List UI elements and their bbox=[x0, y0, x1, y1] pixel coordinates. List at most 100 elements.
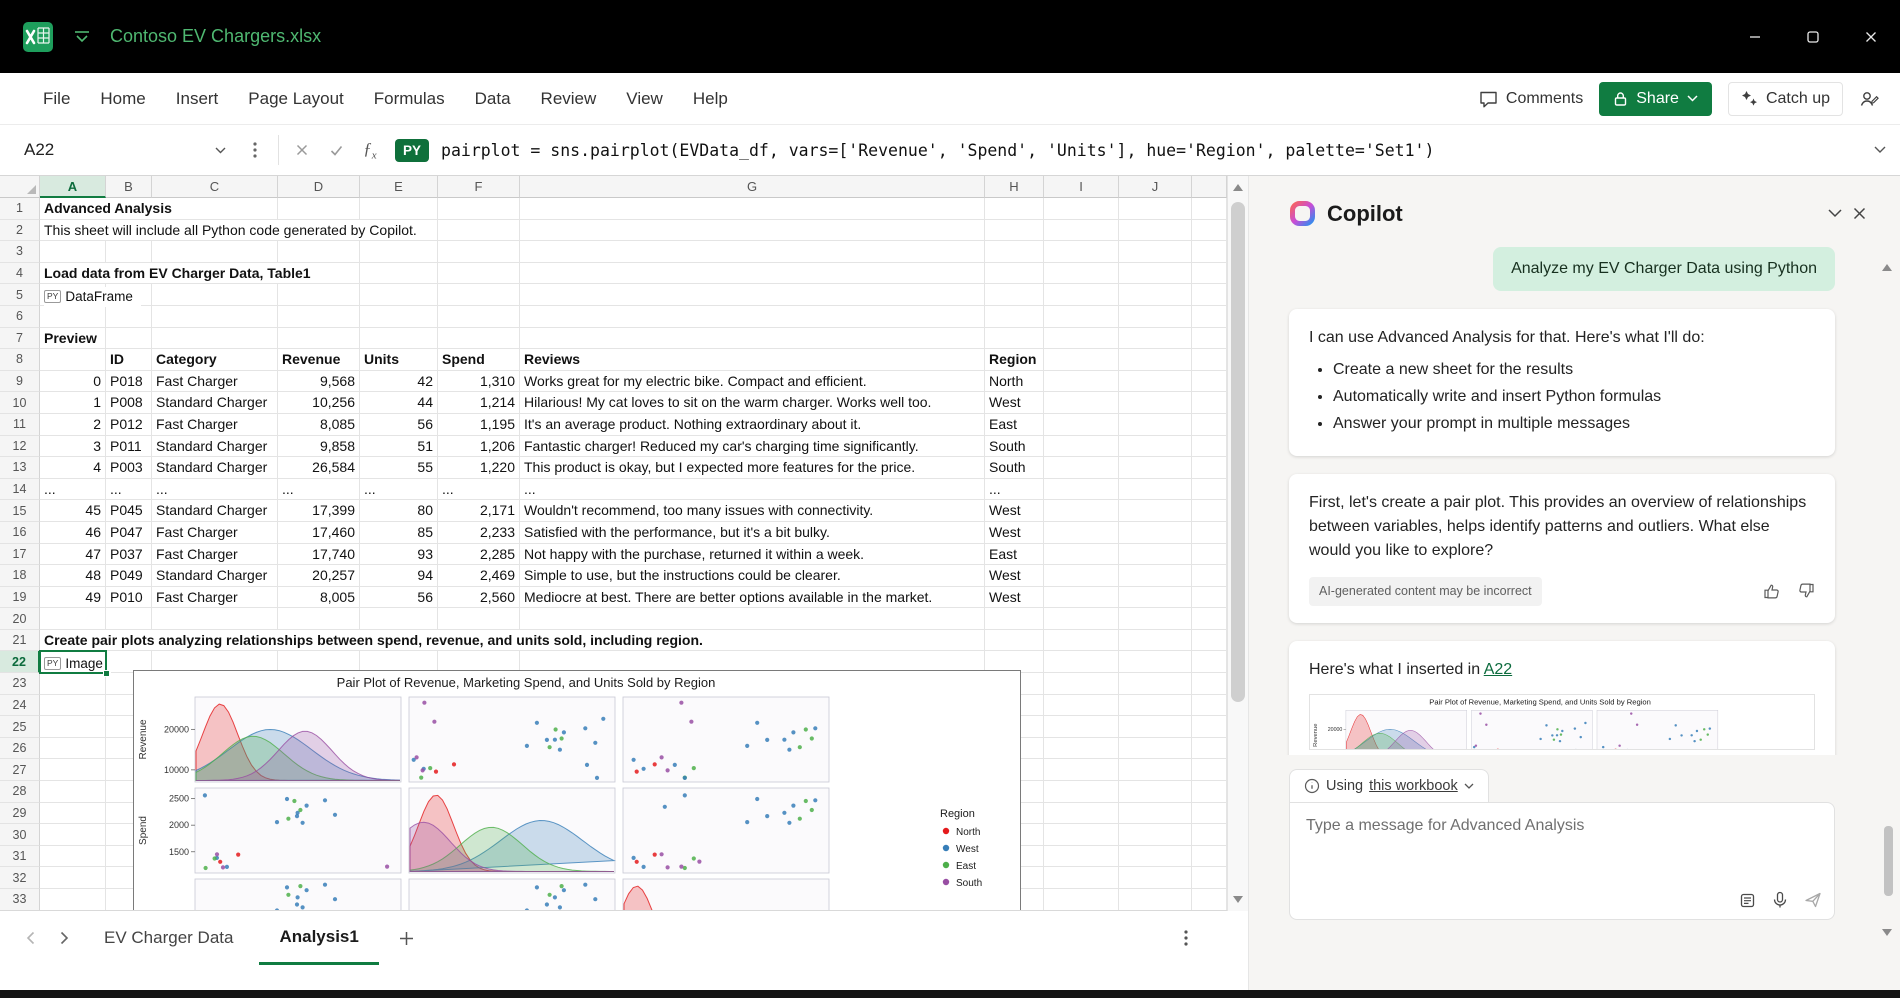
cell-I4[interactable] bbox=[1044, 263, 1119, 285]
cell-J10[interactable] bbox=[1119, 392, 1192, 414]
column-header-G[interactable]: G bbox=[520, 176, 985, 198]
cell-A18[interactable]: 48 bbox=[40, 565, 106, 587]
cell-J7[interactable] bbox=[1119, 328, 1192, 350]
cell-B15[interactable]: P045 bbox=[106, 500, 152, 522]
copilot-collapse-icon[interactable] bbox=[1828, 209, 1842, 218]
menu-tab-formulas[interactable]: Formulas bbox=[359, 89, 460, 109]
cell-K15[interactable] bbox=[1192, 500, 1227, 522]
cell-B14[interactable]: ... bbox=[106, 479, 152, 501]
cell-K5[interactable] bbox=[1192, 284, 1227, 306]
cell-J32[interactable] bbox=[1119, 867, 1192, 889]
row-header-18[interactable]: 18 bbox=[0, 565, 40, 587]
cell-C11[interactable]: Fast Charger bbox=[152, 414, 278, 436]
cell-C12[interactable]: Standard Charger bbox=[152, 436, 278, 458]
menu-tab-insert[interactable]: Insert bbox=[161, 89, 234, 109]
cell-E19[interactable]: 56 bbox=[360, 587, 438, 609]
cell-A15[interactable]: 45 bbox=[40, 500, 106, 522]
catch-up-button[interactable]: Catch up bbox=[1728, 82, 1843, 116]
cell-H6[interactable] bbox=[985, 306, 1044, 328]
cell-H21[interactable] bbox=[985, 630, 1044, 652]
menu-tab-home[interactable]: Home bbox=[85, 89, 160, 109]
cell-H19[interactable]: West bbox=[985, 587, 1044, 609]
cell-A12[interactable]: 3 bbox=[40, 436, 106, 458]
cell-K4[interactable] bbox=[1192, 263, 1227, 285]
cell-G12[interactable]: Fantastic charger! Reduced my car's char… bbox=[520, 436, 985, 458]
cell-I24[interactable] bbox=[1044, 695, 1119, 717]
cell-G10[interactable]: Hilarious! My cat loves to sit on the wa… bbox=[520, 392, 985, 414]
cell-J4[interactable] bbox=[1119, 263, 1192, 285]
cell-H11[interactable]: East bbox=[985, 414, 1044, 436]
thumbs-down-icon[interactable] bbox=[1796, 582, 1815, 600]
row-header-9[interactable]: 9 bbox=[0, 371, 40, 393]
cell-D13[interactable]: 26,584 bbox=[278, 457, 360, 479]
column-header-I[interactable]: I bbox=[1044, 176, 1119, 198]
menu-tab-help[interactable]: Help bbox=[678, 89, 743, 109]
cell-E17[interactable]: 93 bbox=[360, 544, 438, 566]
column-header-E[interactable]: E bbox=[360, 176, 438, 198]
cell-J19[interactable] bbox=[1119, 587, 1192, 609]
sheet-tab-ev-charger-data[interactable]: EV Charger Data bbox=[84, 911, 253, 965]
cell-F14[interactable]: ... bbox=[438, 479, 520, 501]
cell-A2[interactable]: This sheet will include all Python code … bbox=[40, 220, 106, 242]
inserted-chart-preview[interactable]: Pair Plot of Revenue, Marketing Spend, a… bbox=[1309, 694, 1815, 750]
copilot-input-box[interactable] bbox=[1289, 802, 1835, 920]
cell-C16[interactable]: Fast Charger bbox=[152, 522, 278, 544]
row-header-16[interactable]: 16 bbox=[0, 522, 40, 544]
cell-B18[interactable]: P049 bbox=[106, 565, 152, 587]
cell-G14[interactable]: ... bbox=[520, 479, 985, 501]
row-header-19[interactable]: 19 bbox=[0, 587, 40, 609]
cell-J22[interactable] bbox=[1119, 651, 1192, 673]
cell-I1[interactable] bbox=[1044, 198, 1119, 220]
cell-K19[interactable] bbox=[1192, 587, 1227, 609]
copilot-scrollbar-thumb[interactable] bbox=[1884, 826, 1893, 896]
cell-A32[interactable] bbox=[40, 867, 106, 889]
people-presence-icon[interactable] bbox=[1859, 90, 1880, 108]
cell-C3[interactable] bbox=[152, 241, 278, 263]
cell-F2[interactable] bbox=[438, 220, 520, 242]
cell-E14[interactable]: ... bbox=[360, 479, 438, 501]
context-selector[interactable]: Using this workbook bbox=[1289, 769, 1489, 802]
cell-E15[interactable]: 80 bbox=[360, 500, 438, 522]
excel-app-icon[interactable] bbox=[22, 21, 54, 53]
column-header-C[interactable]: C bbox=[152, 176, 278, 198]
cell-K12[interactable] bbox=[1192, 436, 1227, 458]
cell-K30[interactable] bbox=[1192, 824, 1227, 846]
cell-A28[interactable] bbox=[40, 781, 106, 803]
cell-H4[interactable] bbox=[985, 263, 1044, 285]
cell-B6[interactable] bbox=[106, 306, 152, 328]
cell-K6[interactable] bbox=[1192, 306, 1227, 328]
cell-A29[interactable] bbox=[40, 803, 106, 825]
cell-B17[interactable]: P037 bbox=[106, 544, 152, 566]
cell-E6[interactable] bbox=[360, 306, 438, 328]
column-header-D[interactable]: D bbox=[278, 176, 360, 198]
cell-F16[interactable]: 2,233 bbox=[438, 522, 520, 544]
cell-E8[interactable]: Units bbox=[360, 349, 438, 371]
cell-K23[interactable] bbox=[1192, 673, 1227, 695]
cell-G20[interactable] bbox=[520, 608, 985, 630]
cell-K31[interactable] bbox=[1192, 846, 1227, 868]
cell-I2[interactable] bbox=[1044, 220, 1119, 242]
cell-F15[interactable]: 2,171 bbox=[438, 500, 520, 522]
cell-D10[interactable]: 10,256 bbox=[278, 392, 360, 414]
cell-E13[interactable]: 55 bbox=[360, 457, 438, 479]
cell-J2[interactable] bbox=[1119, 220, 1192, 242]
cell-F7[interactable] bbox=[438, 328, 520, 350]
ribbon-options-icon[interactable] bbox=[74, 30, 90, 44]
cell-H18[interactable]: West bbox=[985, 565, 1044, 587]
cell-C15[interactable]: Standard Charger bbox=[152, 500, 278, 522]
cell-K3[interactable] bbox=[1192, 241, 1227, 263]
cell-G8[interactable]: Reviews bbox=[520, 349, 985, 371]
row-header-29[interactable]: 29 bbox=[0, 803, 40, 825]
cell-A9[interactable]: 0 bbox=[40, 371, 106, 393]
cell-F11[interactable]: 1,195 bbox=[438, 414, 520, 436]
cell-I10[interactable] bbox=[1044, 392, 1119, 414]
row-header-27[interactable]: 27 bbox=[0, 759, 40, 781]
cell-J6[interactable] bbox=[1119, 306, 1192, 328]
cell-F5[interactable] bbox=[438, 284, 520, 306]
cell-K27[interactable] bbox=[1192, 759, 1227, 781]
cell-B8[interactable]: ID bbox=[106, 349, 152, 371]
cell-A14[interactable]: ... bbox=[40, 479, 106, 501]
cell-J21[interactable] bbox=[1119, 630, 1192, 652]
cell-E20[interactable] bbox=[360, 608, 438, 630]
column-header-F[interactable]: F bbox=[438, 176, 520, 198]
